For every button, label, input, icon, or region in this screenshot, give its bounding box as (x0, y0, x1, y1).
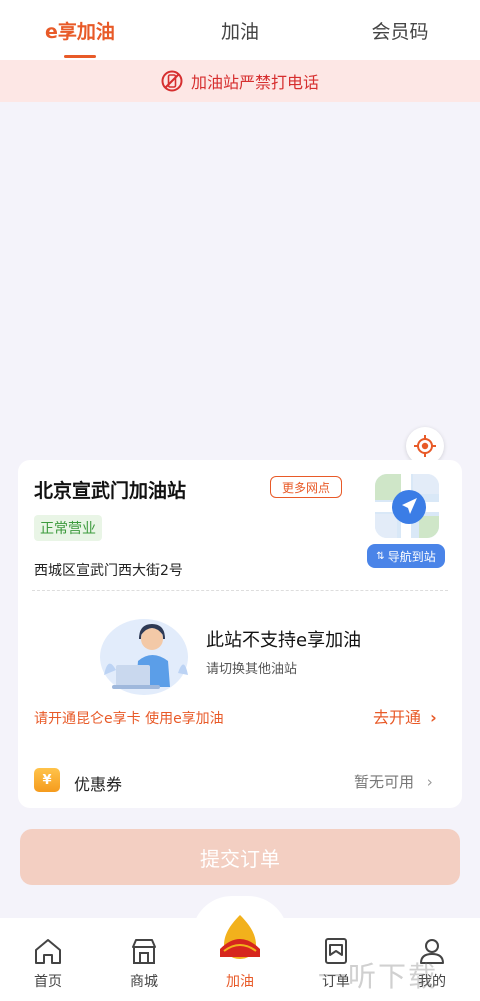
tab-e-refuel[interactable]: e享加油 (0, 0, 160, 60)
chevron-right-icon: › (426, 773, 433, 791)
navigate-button[interactable]: ⇅ 导航到站 (367, 544, 445, 568)
crosshair-icon (414, 435, 436, 457)
watermark-text: 一听下载 (318, 960, 439, 993)
divider (32, 590, 448, 591)
nav-label-home: 首页 (34, 974, 62, 990)
navigate-label: 导航到站 (387, 549, 436, 564)
open-card-promo: 请开通昆仑e享卡 使用e享加油 (34, 711, 224, 727)
go-open-label: 去开通 (373, 708, 422, 727)
map-thumbnail[interactable] (375, 474, 439, 538)
tab-refuel[interactable]: 加油 (160, 0, 320, 60)
not-supported-subtitle: 请切换其他油站 (206, 662, 298, 677)
nav-item-home[interactable]: 首页 (0, 918, 96, 1001)
coupon-yuan-icon: ¥ (34, 768, 60, 792)
chevron-right-icon: › (430, 708, 437, 727)
petrochina-logo-icon[interactable] (214, 911, 266, 963)
home-icon (35, 939, 61, 964)
not-supported-title: 此站不支持e享加油 (206, 630, 362, 651)
store-icon (132, 939, 156, 964)
customer-service-illustration-icon (100, 619, 188, 695)
station-name: 北京宣武门加油站 (34, 480, 187, 502)
coupon-label: 优惠券 (74, 775, 123, 794)
station-sheet: 北京宣武门加油站 更多网点 正常营业 西城区宣武门西大街2号 ⇅ 导航到站 此站… (0, 460, 480, 820)
go-open-button[interactable]: 去开通 › (373, 704, 437, 728)
top-tab-bar: e享加油 加油 会员码 (0, 0, 480, 60)
navigation-map-icon (375, 474, 439, 538)
submit-order-button[interactable]: 提交订单 (20, 829, 460, 885)
station-card: 北京宣武门加油站 更多网点 正常营业 西城区宣武门西大街2号 ⇅ 导航到站 此站… (18, 460, 462, 808)
coupon-row[interactable]: 暂无可用 › (354, 771, 433, 792)
warning-text: 加油站严禁打电话 (190, 73, 319, 92)
more-stations-button[interactable]: 更多网点 (270, 476, 342, 498)
warning-banner: 加油站严禁打电话 (0, 60, 480, 102)
nav-label-store: 商城 (130, 974, 158, 990)
status-badge: 正常营业 (34, 515, 102, 541)
nav-item-store[interactable]: 商城 (96, 918, 192, 1001)
nav-label-refuel: 加油 (226, 974, 254, 990)
station-address: 西城区宣武门西大街2号 (34, 563, 183, 579)
tab-member-code[interactable]: 会员码 (320, 0, 480, 60)
navigate-arrow-icon: ⇅ (376, 550, 385, 562)
coupon-value: 暂无可用 (354, 773, 415, 791)
no-phone-icon (161, 70, 183, 92)
